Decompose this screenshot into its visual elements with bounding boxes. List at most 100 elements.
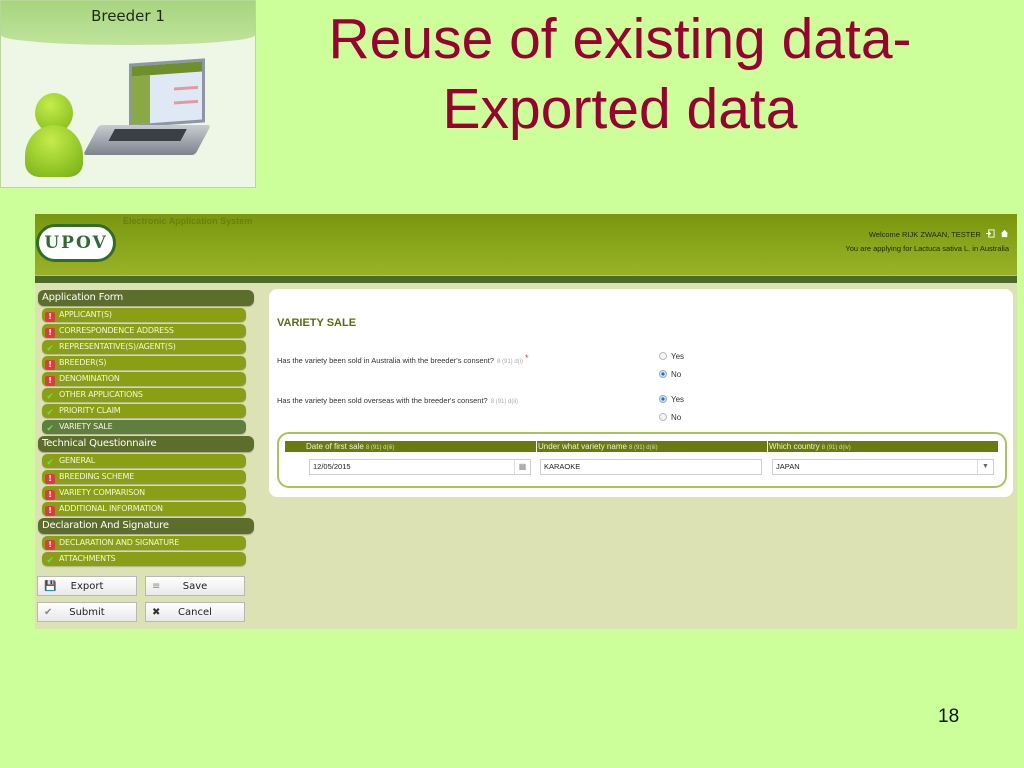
export-button[interactable]: 💾 Export (37, 576, 137, 596)
check-icon: ✔ (46, 424, 54, 434)
nav-item-representatives[interactable]: ✔ REPRESENTATIVE(S)/AGENT(S) (42, 340, 246, 354)
slide-title: Reuse of existing data- Exported data (260, 4, 980, 144)
sale-details-table: Date of first sale 8 (91) d(iii) Under wh… (277, 432, 1007, 488)
sidebar: Application Form ! APPLICANT(S) ! CORRESPO… (38, 290, 254, 568)
error-icon: ! (45, 376, 55, 386)
nav-item-label: GENERAL (59, 456, 96, 465)
column-header-date: Date of first sale 8 (91) d(iii) (305, 441, 536, 452)
nav-item-other-applications[interactable]: ✔ OTHER APPLICATIONS (42, 388, 246, 402)
variety-name-input[interactable]: KARAOKE (540, 459, 762, 475)
radio-button-selected[interactable] (659, 370, 667, 378)
save-label: Save (182, 581, 208, 592)
laptop-icon (83, 58, 219, 159)
export-label: Export (70, 581, 104, 592)
submit-label: Submit (69, 607, 105, 618)
question-text: Has the variety been sold overseas with … (277, 396, 488, 405)
country-select[interactable]: JAPAN ▼ (772, 459, 994, 475)
radio-label: Yes (671, 395, 685, 404)
column-reference: 8 (91) d(iv) (821, 445, 851, 451)
radio-label: Yes (671, 352, 685, 361)
error-icon: ! (45, 328, 55, 338)
section-technical-questionnaire[interactable]: Technical Questionnaire (38, 436, 254, 452)
chevron-down-icon[interactable]: ▼ (977, 460, 993, 474)
user-info: Welcome RIJK ZWAAN, TESTER You are apply… (845, 228, 1009, 256)
checkmark-icon: ✔ (44, 607, 53, 618)
required-marker: * (525, 353, 529, 363)
radio-label: No (671, 370, 682, 379)
nav-item-applicants[interactable]: ! APPLICANT(S) (42, 308, 246, 322)
calendar-icon[interactable]: ▦ (514, 460, 530, 474)
error-icon: ! (45, 312, 55, 322)
column-reference: 8 (91) d(iii) (628, 445, 658, 451)
save-button[interactable]: ≡ Save (145, 576, 245, 596)
radio-overseas-yes[interactable]: Yes (659, 395, 684, 404)
nav-item-declaration-and-signature[interactable]: ! DECLARATION AND SIGNATURE (42, 536, 246, 550)
nav-item-general[interactable]: ✔ GENERAL (42, 454, 246, 468)
nav-item-attachments[interactable]: ✔ ATTACHMENTS (42, 552, 246, 566)
nav-item-breeders[interactable]: ! BREEDER(S) (42, 356, 246, 370)
radio-button-selected[interactable] (659, 395, 667, 403)
date-value: 12/05/2015 (313, 462, 351, 471)
radio-australia-yes[interactable]: Yes (659, 352, 684, 361)
floppy-disk-icon: 💾 (44, 581, 57, 592)
nav-item-variety-sale[interactable]: ✔ VARIETY SALE (42, 420, 246, 434)
system-name: Electronic Application System (123, 216, 253, 226)
radio-australia-no[interactable]: No (659, 370, 681, 379)
upov-logo[interactable]: UPOV (36, 224, 116, 262)
home-icon[interactable] (1000, 229, 1009, 238)
nav-item-denomination[interactable]: ! DENOMINATION (42, 372, 246, 386)
check-icon: ✔ (46, 458, 54, 468)
question-reference: 8 (91) d(ii) (490, 399, 519, 405)
question-sold-overseas: Has the variety been sold overseas with … (277, 396, 518, 405)
nav-item-label: ATTACHMENTS (59, 554, 116, 563)
column-reference: 8 (91) d(iii) (365, 445, 395, 451)
nav-item-breeding-scheme[interactable]: ! BREEDING SCHEME (42, 470, 246, 484)
error-icon: ! (45, 360, 55, 370)
check-icon: ✔ (46, 392, 54, 402)
app-header: Electronic Application System UPOV Welco… (35, 214, 1017, 275)
question-sold-in-australia: Has the variety been sold in Australia w… (277, 353, 529, 365)
cancel-button[interactable]: ✖ Cancel (145, 602, 245, 622)
error-icon: ! (45, 474, 55, 484)
date-of-first-sale-input[interactable]: 12/05/2015 ▦ (309, 459, 531, 475)
check-icon: ✔ (46, 344, 54, 354)
column-label: Which country (769, 442, 820, 451)
question-reference: 8 (91) d(i) (496, 359, 523, 365)
nav-item-additional-information[interactable]: ! ADDITIONAL INFORMATION (42, 502, 246, 516)
nav-item-label: DECLARATION AND SIGNATURE (59, 538, 180, 547)
radio-label: No (671, 413, 682, 422)
submit-button[interactable]: ✔ Submit (37, 602, 137, 622)
section-application-form[interactable]: Application Form (38, 290, 254, 306)
radio-button[interactable] (659, 413, 667, 421)
cancel-label: Cancel (178, 607, 212, 618)
radio-button[interactable] (659, 352, 667, 360)
breeder-label: Breeder 1 (1, 1, 255, 45)
nav-item-label: REPRESENTATIVE(S)/AGENT(S) (59, 342, 176, 351)
welcome-text: Welcome RIJK ZWAAN, TESTER (868, 230, 981, 239)
logout-icon[interactable] (985, 229, 995, 238)
column-header-variety-name: Under what variety name 8 (91) d(iii) (537, 441, 767, 452)
section-declaration-and-signature[interactable]: Declaration And Signature (38, 518, 254, 534)
panel-title: VARIETY SALE (277, 317, 357, 329)
nav-item-label: CORRESPONDENCE ADDRESS (59, 326, 174, 335)
nav-item-label: DENOMINATION (59, 374, 120, 383)
nav-item-label: VARIETY SALE (59, 422, 113, 431)
header-separator (35, 275, 1017, 283)
nav-item-priority-claim[interactable]: ✔ PRIORITY CLAIM (42, 404, 246, 418)
nav-item-label: VARIETY COMPARISON (59, 488, 145, 497)
database-icon: ≡ (152, 581, 161, 592)
variety-name-value: KARAOKE (544, 462, 581, 471)
nav-item-label: BREEDER(S) (59, 358, 107, 367)
nav-item-label: PRIORITY CLAIM (59, 406, 121, 415)
nav-item-variety-comparison[interactable]: ! VARIETY COMPARISON (42, 486, 246, 500)
user-icon (25, 93, 87, 179)
check-icon: ✔ (46, 408, 54, 418)
country-value: JAPAN (776, 462, 800, 471)
variety-sale-panel: VARIETY SALE Has the variety been sold i… (269, 289, 1013, 497)
application-window: Electronic Application System UPOV Welco… (35, 214, 1017, 629)
error-icon: ! (45, 506, 55, 516)
radio-overseas-no[interactable]: No (659, 413, 681, 422)
nav-item-correspondence-address[interactable]: ! CORRESPONDENCE ADDRESS (42, 324, 246, 338)
column-header-spacer (285, 441, 305, 452)
nav-item-label: ADDITIONAL INFORMATION (59, 504, 163, 513)
